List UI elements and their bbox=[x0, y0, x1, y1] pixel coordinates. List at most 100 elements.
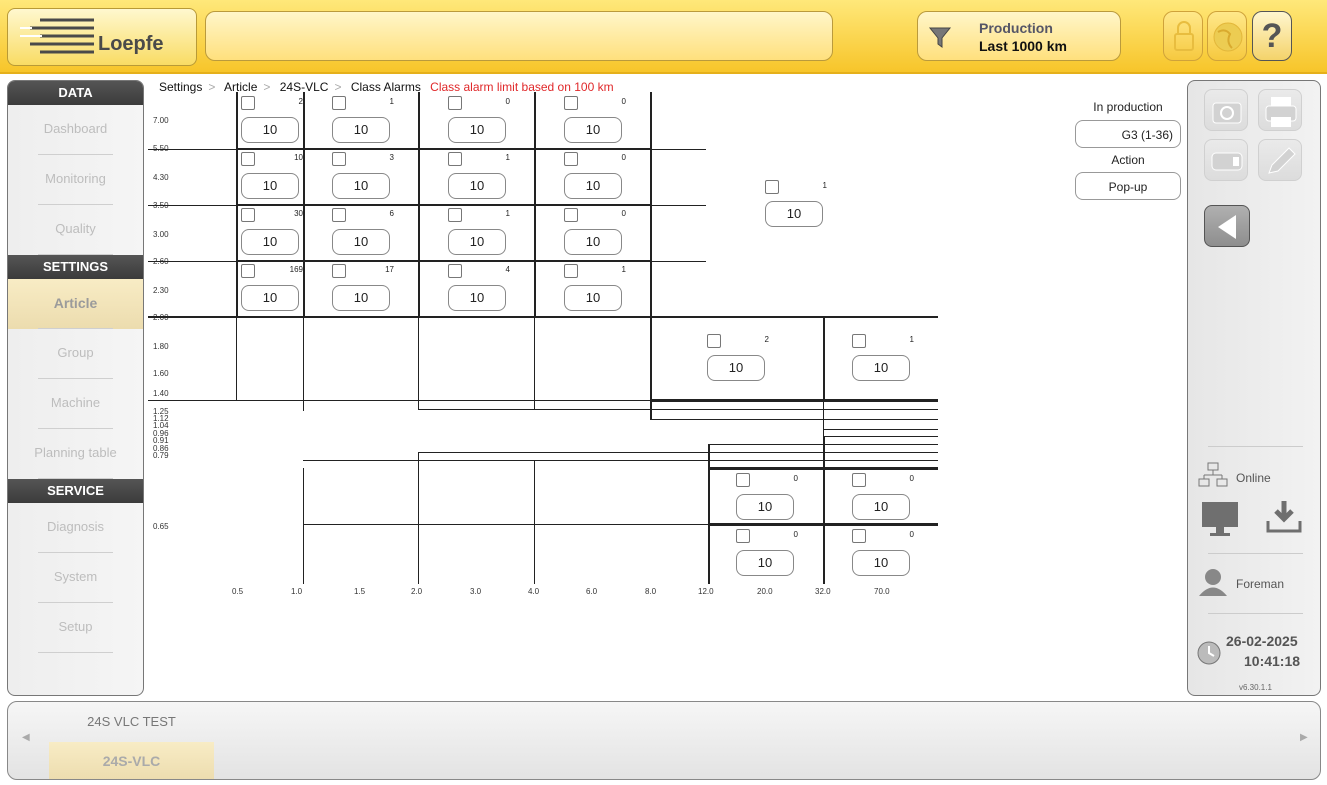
class-checkbox[interactable] bbox=[241, 264, 255, 278]
class-limit-input[interactable]: 10 bbox=[564, 229, 622, 255]
class-cell: 0 10 bbox=[562, 151, 632, 203]
class-checkbox[interactable] bbox=[241, 208, 255, 222]
class-limit-input[interactable]: 10 bbox=[564, 117, 622, 143]
class-count: 1 bbox=[822, 181, 827, 190]
class-limit-input[interactable]: 10 bbox=[241, 285, 299, 311]
sidebar-item-dashboard[interactable]: Dashboard bbox=[8, 105, 143, 155]
download-icon[interactable] bbox=[1264, 497, 1304, 537]
class-cell: 2 10 bbox=[239, 95, 309, 147]
class-checkbox[interactable] bbox=[707, 334, 721, 348]
class-limit-input[interactable]: 10 bbox=[332, 229, 390, 255]
class-limit-input[interactable]: 10 bbox=[448, 229, 506, 255]
lock-button[interactable] bbox=[1163, 11, 1203, 61]
class-limit-input[interactable]: 10 bbox=[852, 550, 910, 576]
class-checkbox[interactable] bbox=[736, 473, 750, 487]
print-button[interactable] bbox=[1258, 89, 1302, 131]
divider bbox=[1208, 613, 1303, 614]
x-label: 4.0 bbox=[528, 587, 540, 596]
globe-button[interactable] bbox=[1207, 11, 1247, 61]
class-checkbox[interactable] bbox=[564, 96, 578, 110]
sidebar-item-article[interactable]: Article bbox=[8, 279, 143, 329]
tab-24s-vlc-test[interactable]: 24S VLC TEST bbox=[49, 702, 214, 742]
class-checkbox[interactable] bbox=[852, 529, 866, 543]
class-checkbox[interactable] bbox=[765, 180, 779, 194]
class-count: 1 bbox=[389, 97, 394, 106]
class-limit-input[interactable]: 10 bbox=[332, 117, 390, 143]
class-limit-input[interactable]: 10 bbox=[448, 173, 506, 199]
loepfe-logo[interactable]: Loepfe bbox=[7, 8, 197, 66]
class-limit-input[interactable]: 10 bbox=[448, 117, 506, 143]
class-count: 1 bbox=[909, 335, 914, 344]
right-toolbar: Online Foreman 26-02-2025 10:41:18 v6.30… bbox=[1187, 80, 1321, 696]
class-cell: 4 10 bbox=[446, 263, 516, 315]
sidebar-item-machine[interactable]: Machine bbox=[8, 379, 143, 429]
sidebar-item-quality[interactable]: Quality bbox=[8, 205, 143, 255]
x-label: 8.0 bbox=[645, 587, 657, 596]
class-count: 0 bbox=[621, 153, 626, 162]
class-limit-input[interactable]: 10 bbox=[241, 117, 299, 143]
class-checkbox[interactable] bbox=[241, 96, 255, 110]
class-cell: 2 10 bbox=[705, 333, 775, 385]
class-count: 0 bbox=[621, 209, 626, 218]
class-checkbox[interactable] bbox=[448, 264, 462, 278]
class-limit-input[interactable]: 10 bbox=[332, 173, 390, 199]
filter-icon bbox=[928, 27, 952, 48]
message-bar[interactable] bbox=[205, 11, 833, 61]
breadcrumb-article[interactable]: Article bbox=[224, 80, 257, 94]
class-limit-input[interactable]: 10 bbox=[448, 285, 506, 311]
class-count: 4 bbox=[505, 265, 510, 274]
class-checkbox[interactable] bbox=[448, 152, 462, 166]
grid-line bbox=[418, 452, 938, 453]
grid-line bbox=[303, 318, 304, 411]
class-count: 0 bbox=[621, 97, 626, 106]
y-label: 4.30 bbox=[153, 173, 169, 182]
class-checkbox[interactable] bbox=[852, 334, 866, 348]
class-limit-input[interactable]: 10 bbox=[736, 494, 794, 520]
breadcrumb-settings[interactable]: Settings bbox=[159, 80, 202, 94]
edit-button[interactable] bbox=[1258, 139, 1302, 181]
class-checkbox[interactable] bbox=[564, 264, 578, 278]
class-checkbox[interactable] bbox=[332, 208, 346, 222]
class-limit-input[interactable]: 10 bbox=[707, 355, 765, 381]
class-checkbox[interactable] bbox=[448, 208, 462, 222]
class-checkbox[interactable] bbox=[241, 152, 255, 166]
class-limit-input[interactable]: 10 bbox=[852, 494, 910, 520]
sidebar-item-planning-table[interactable]: Planning table bbox=[8, 429, 143, 479]
back-button[interactable] bbox=[1204, 205, 1250, 247]
monitor-icon[interactable] bbox=[1200, 499, 1240, 539]
scroll-left-icon[interactable]: ◀ bbox=[22, 732, 30, 743]
class-limit-input[interactable]: 10 bbox=[564, 285, 622, 311]
tab-24s-vlc[interactable]: 24S-VLC bbox=[49, 742, 214, 779]
sidebar-item-group[interactable]: Group bbox=[8, 329, 143, 379]
sidebar-item-diagnosis[interactable]: Diagnosis bbox=[8, 503, 143, 553]
camera-button[interactable] bbox=[1204, 89, 1248, 131]
class-checkbox[interactable] bbox=[332, 264, 346, 278]
class-checkbox[interactable] bbox=[448, 96, 462, 110]
class-checkbox[interactable] bbox=[564, 208, 578, 222]
class-checkbox[interactable] bbox=[852, 473, 866, 487]
sidebar-item-system[interactable]: System bbox=[8, 553, 143, 603]
class-cell: 1 10 bbox=[850, 333, 920, 385]
y-label: 1.40 bbox=[153, 389, 169, 398]
help-button[interactable]: ? bbox=[1252, 11, 1292, 61]
class-checkbox[interactable] bbox=[564, 152, 578, 166]
in-production-value[interactable]: G3 (1-36) bbox=[1075, 120, 1181, 148]
sidebar-item-monitoring[interactable]: Monitoring bbox=[8, 155, 143, 205]
class-limit-input[interactable]: 10 bbox=[241, 173, 299, 199]
usb-button[interactable] bbox=[1204, 139, 1248, 181]
class-limit-input[interactable]: 10 bbox=[736, 550, 794, 576]
class-limit-input[interactable]: 10 bbox=[852, 355, 910, 381]
production-filter[interactable]: Production Last 1000 km bbox=[917, 11, 1121, 61]
action-value[interactable]: Pop-up bbox=[1075, 172, 1181, 200]
class-limit-input[interactable]: 10 bbox=[332, 285, 390, 311]
sidebar-item-setup[interactable]: Setup bbox=[8, 603, 143, 653]
scroll-right-icon[interactable]: ▶ bbox=[1300, 732, 1308, 743]
class-checkbox[interactable] bbox=[332, 152, 346, 166]
x-label: 20.0 bbox=[757, 587, 773, 596]
grid-line bbox=[303, 460, 938, 461]
class-limit-input[interactable]: 10 bbox=[765, 201, 823, 227]
class-checkbox[interactable] bbox=[736, 529, 750, 543]
class-limit-input[interactable]: 10 bbox=[564, 173, 622, 199]
class-checkbox[interactable] bbox=[332, 96, 346, 110]
class-limit-input[interactable]: 10 bbox=[241, 229, 299, 255]
